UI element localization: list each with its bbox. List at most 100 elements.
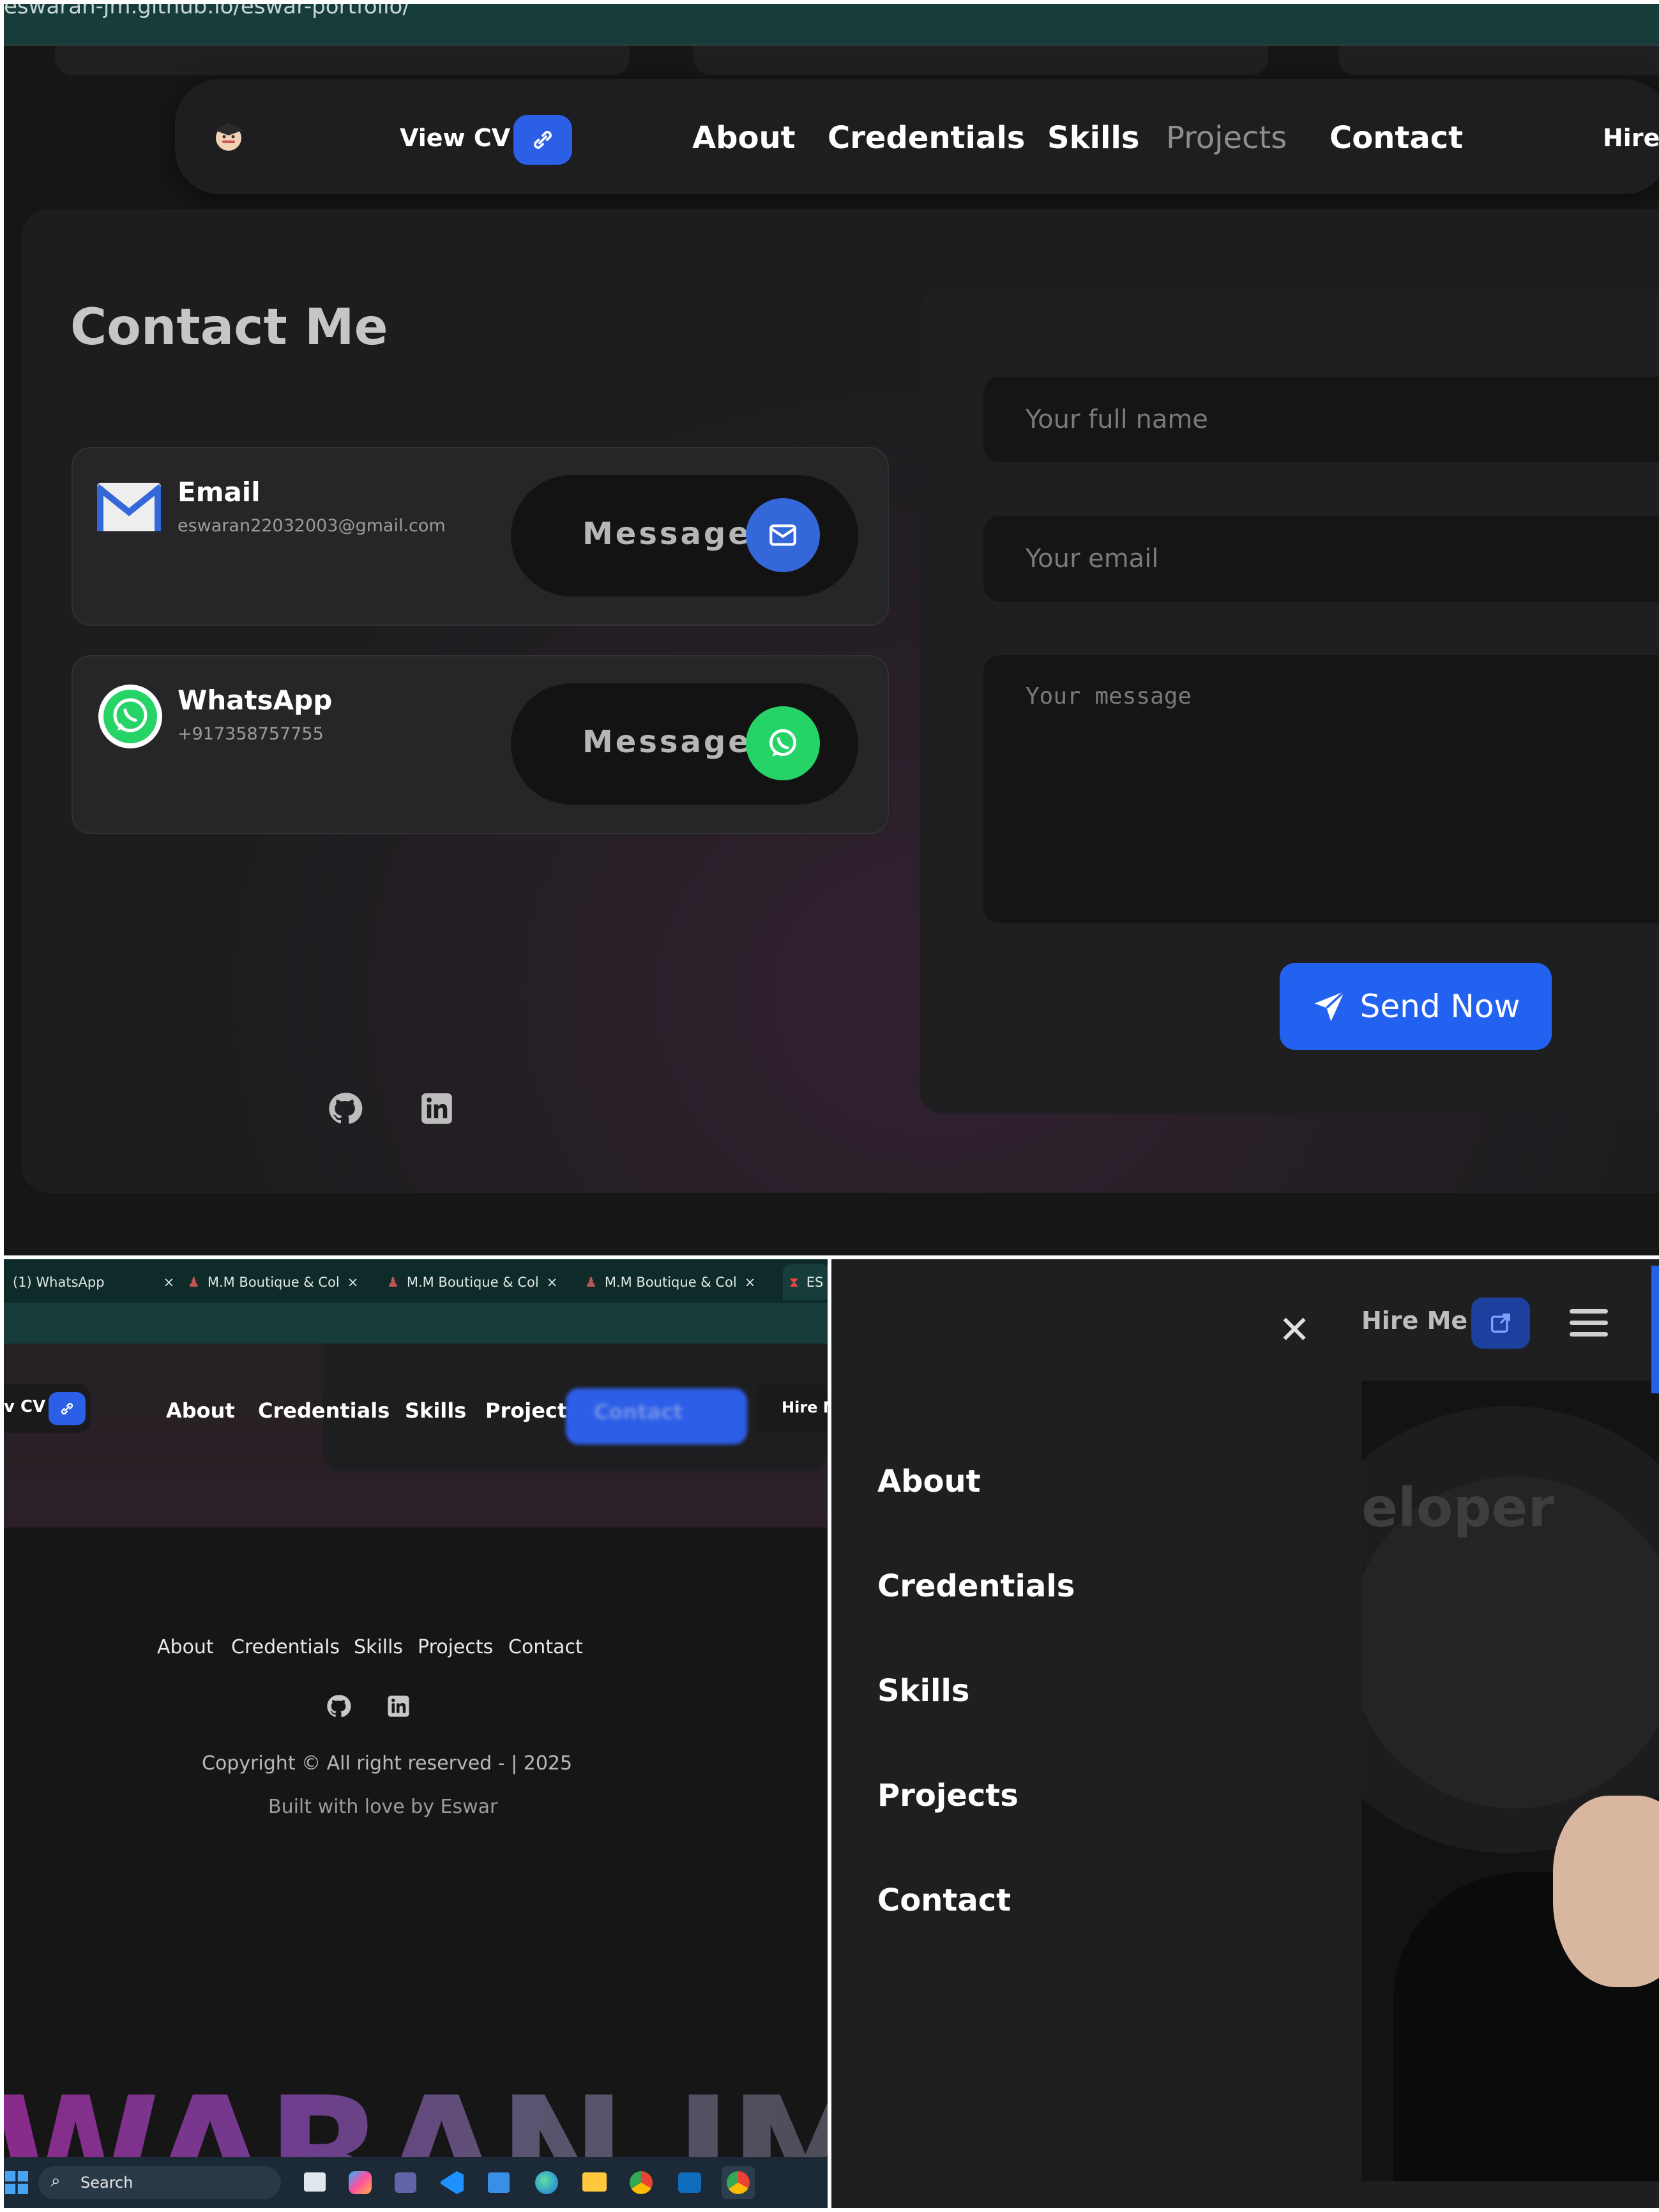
message-textarea[interactable]: Your message (983, 655, 1659, 923)
search-label: Search (80, 2174, 133, 2192)
linkedin-icon[interactable] (387, 1695, 410, 1720)
footer-link-contact[interactable]: Contact (508, 1636, 583, 1658)
avatar-icon[interactable] (208, 116, 249, 157)
footer-link-credentials[interactable]: Credentials (231, 1636, 340, 1658)
teams-icon[interactable] (395, 2172, 416, 2193)
nav-about[interactable]: About (166, 1398, 235, 1423)
view-cv-button[interactable] (513, 115, 572, 165)
footer-link-projects[interactable]: Projects (418, 1636, 493, 1658)
chrome-icon[interactable] (630, 2171, 653, 2194)
hire-me-button[interactable]: Hire M (782, 1398, 828, 1416)
linkedin-icon[interactable] (418, 1089, 456, 1128)
send-now-button[interactable]: Send Now (1280, 963, 1552, 1050)
tab-close-icon[interactable]: × (547, 1275, 558, 1290)
whatsapp-icon (746, 706, 820, 780)
menu-item-contact[interactable]: Contact (877, 1882, 1011, 1918)
browser-tab[interactable]: ♟ M.M Boutique & Col × (387, 1264, 557, 1300)
hire-me-button[interactable]: Hire I (1603, 124, 1659, 152)
calendar-icon[interactable] (488, 2172, 510, 2193)
ghost-card (1338, 46, 1659, 75)
email-message-button[interactable]: Message (511, 475, 858, 596)
github-icon[interactable] (326, 1693, 351, 1722)
full-name-input[interactable]: Your full name (983, 377, 1659, 462)
email-card: Email eswaran22032003@gmail.com Message (72, 447, 889, 626)
nav-contact[interactable]: Contact (1329, 120, 1463, 156)
browser-tab[interactable]: ♟ M.M Boutique & Col × (585, 1264, 755, 1300)
external-link-icon (1491, 1314, 1510, 1333)
address-bar[interactable]: eswaran-jm.github.io/eswar-portfolio/ (4, 4, 1659, 43)
view-cv-label[interactable]: View CV (400, 124, 510, 152)
nav-skills[interactable]: Skills (405, 1398, 466, 1423)
email-placeholder: Your email (1026, 544, 1159, 573)
github-icon[interactable] (326, 1089, 364, 1128)
browser-tab[interactable]: ♟ M.M Boutique & Col × (188, 1264, 358, 1300)
bottom-edge (1361, 2181, 1659, 2208)
menu-item-about[interactable]: About (877, 1464, 981, 1499)
paper-plane-icon (1314, 990, 1345, 1022)
email-input[interactable]: Your email (983, 516, 1659, 602)
page-behind-menu: eloper (1285, 1259, 1659, 2208)
tab-close-icon[interactable]: × (745, 1275, 756, 1290)
outlook-icon[interactable] (678, 2172, 701, 2193)
favicon-icon: ♟ (387, 1275, 399, 1290)
copyright-text: Copyright © All right reserved - | 2025 (202, 1752, 573, 1775)
tab-label: M.M Boutique & Col (406, 1275, 539, 1290)
browser-tab-active[interactable]: ⧗ ES (783, 1264, 828, 1300)
edge-icon[interactable] (535, 2171, 558, 2194)
menu-item-credentials[interactable]: Credentials (877, 1568, 1075, 1604)
envelope-icon (746, 498, 820, 572)
contact-section-screenshot: eswaran-jm.github.io/eswar-portfolio/ Vi… (4, 4, 1659, 1255)
email-card-title: Email (178, 476, 261, 508)
whatsapp-message-label: Message (582, 724, 752, 760)
message-placeholder: Your message (1026, 683, 1192, 709)
built-by-text: Built with love by Eswar (268, 1796, 498, 1818)
scrollbar-thumb[interactable] (1651, 1266, 1659, 1393)
nav-contact-active[interactable]: Contact (566, 1388, 747, 1444)
tab-close-icon[interactable]: × (347, 1275, 359, 1290)
nav-about[interactable]: About (692, 120, 796, 156)
hamburger-icon[interactable] (1570, 1309, 1608, 1340)
view-cv-segment: v CV (4, 1384, 91, 1433)
file-explorer-icon[interactable] (582, 2172, 607, 2192)
view-cv-label[interactable]: v CV (4, 1397, 45, 1416)
close-icon[interactable]: ✕ (1278, 1308, 1310, 1352)
menu-item-skills[interactable]: Skills (877, 1673, 969, 1709)
ghost-card (55, 46, 630, 75)
send-now-label: Send Now (1360, 988, 1520, 1025)
copilot-icon[interactable] (349, 2171, 372, 2194)
nav-credentials[interactable]: Credentials (828, 120, 1025, 156)
tab-label: (1) WhatsApp (13, 1275, 105, 1290)
mail-icon (97, 483, 161, 531)
whatsapp-message-button[interactable]: Message (511, 683, 858, 805)
chrome-icon (727, 2171, 750, 2194)
active-app-tile[interactable] (722, 2166, 755, 2199)
address-bar[interactable] (4, 1303, 828, 1344)
task-view-icon[interactable] (304, 2172, 326, 2192)
search-icon: ⌕ (51, 2171, 61, 2190)
nav-skills[interactable]: Skills (1047, 120, 1139, 156)
windows-taskbar: ⌕ Search (4, 2157, 828, 2208)
tab-close-icon[interactable]: × (163, 1275, 175, 1290)
view-cv-button[interactable] (49, 1392, 86, 1425)
menu-item-projects[interactable]: Projects (877, 1778, 1019, 1814)
footer-link-skills[interactable]: Skills (354, 1636, 403, 1658)
url-text: eswaran-jm.github.io/eswar-portfolio/ (4, 4, 410, 19)
link-icon (61, 1402, 73, 1415)
navbar: View CV About Credentials Skills Project… (175, 79, 1659, 194)
footer-link-about[interactable]: About (157, 1636, 214, 1658)
whatsapp-card-title: WhatsApp (178, 685, 333, 716)
full-name-placeholder: Your full name (1026, 405, 1208, 434)
tab-label: ES (806, 1275, 824, 1290)
windows-start-icon[interactable] (5, 2171, 28, 2194)
vscode-icon[interactable] (441, 2171, 464, 2194)
nav-credentials[interactable]: Credentials (258, 1398, 390, 1423)
nav-projects[interactable]: Projects (1166, 120, 1287, 156)
hire-me-button[interactable] (1471, 1298, 1530, 1349)
hire-me-label[interactable]: Hire Me (1361, 1307, 1467, 1335)
taskbar-search[interactable]: ⌕ Search (38, 2166, 281, 2199)
browser-tab[interactable]: (1) WhatsApp × (13, 1264, 174, 1300)
browser-tab-strip: (1) WhatsApp × ♟ M.M Boutique & Col × ♟ M.M … (4, 1259, 828, 1303)
mobile-menu-screenshot: eloper Hire Me ✕ About Credentials Skill… (831, 1259, 1659, 2208)
nav-contact-label: Contact (594, 1400, 683, 1424)
favicon-icon: ⧗ (789, 1274, 799, 1290)
